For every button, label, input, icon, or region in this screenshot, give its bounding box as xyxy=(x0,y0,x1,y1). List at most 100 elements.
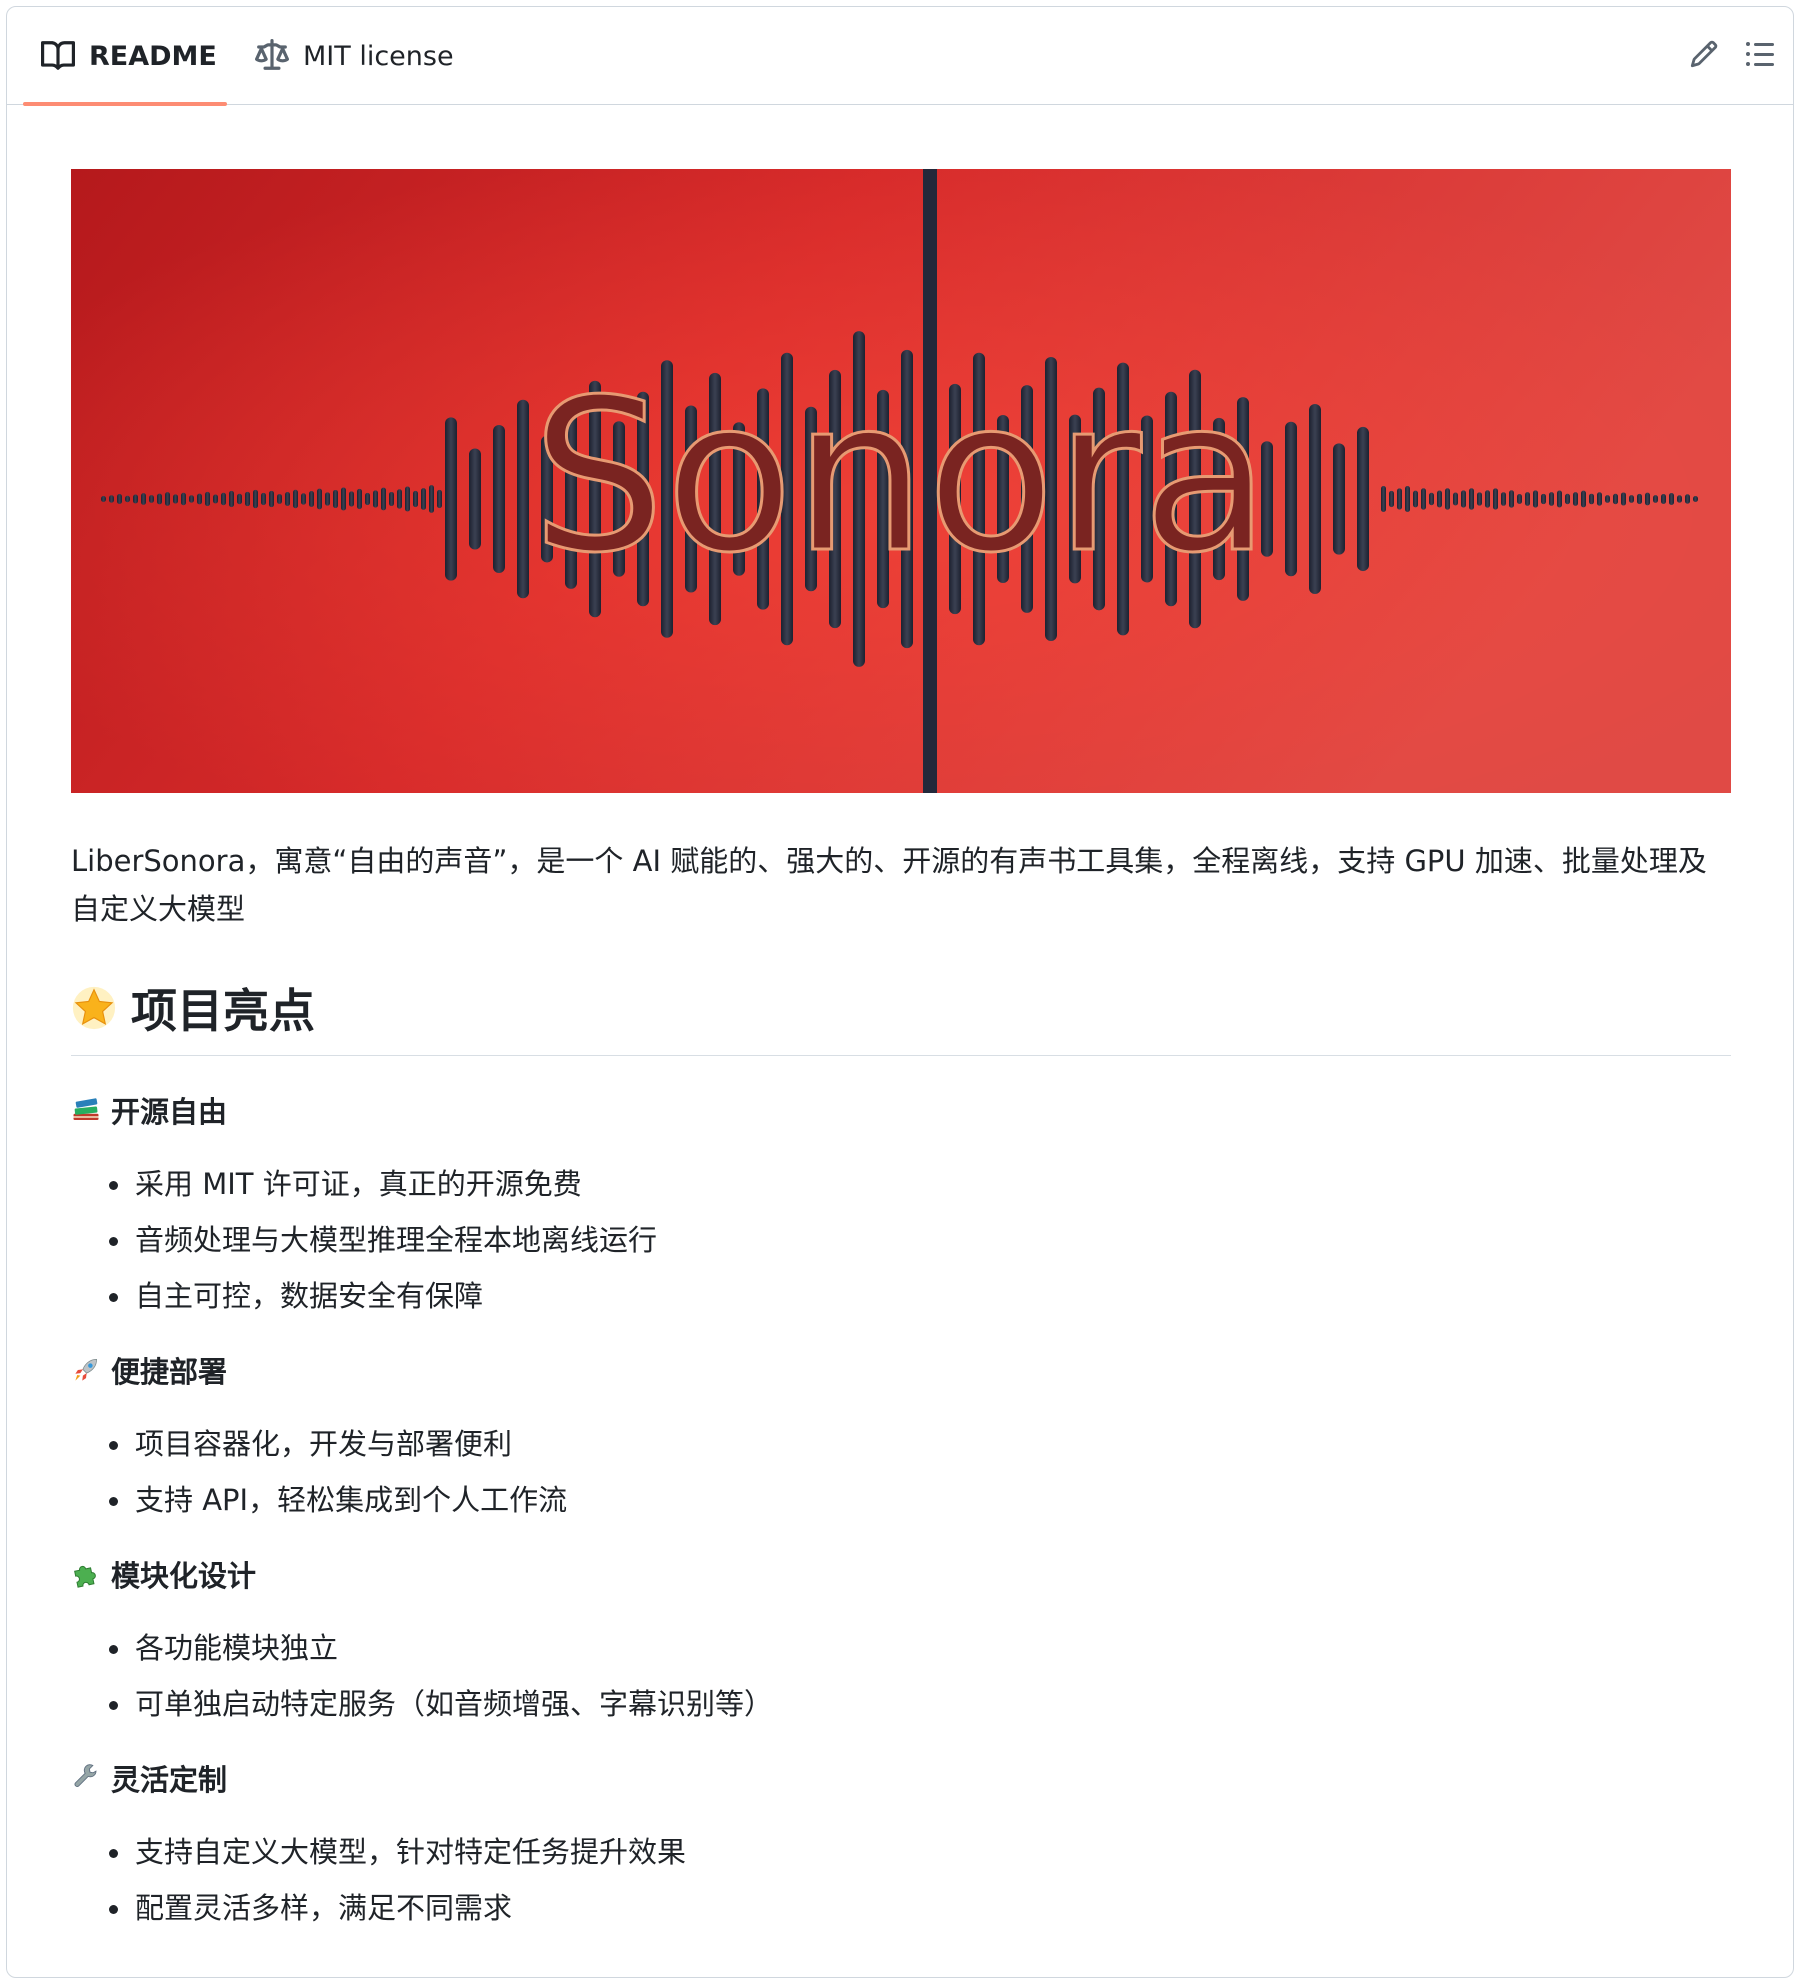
waveform-bar xyxy=(1429,492,1434,506)
waveform-bar xyxy=(109,495,114,503)
highlights-heading-text: 项目亮点 xyxy=(131,984,315,1038)
waveform-bar xyxy=(373,490,378,508)
waveform-bar xyxy=(1437,490,1442,508)
waveform-bar xyxy=(493,425,505,573)
waveform-bar xyxy=(285,491,290,507)
feature-title: 模块化设计 xyxy=(111,1559,257,1593)
glowing-star-icon xyxy=(71,985,117,1031)
waveform-bar xyxy=(157,493,162,505)
waveform-bar xyxy=(165,492,170,506)
waveform-bar xyxy=(117,493,122,505)
active-tab-indicator xyxy=(23,102,227,106)
list-unordered-icon xyxy=(1744,38,1776,74)
waveform-bar xyxy=(1557,490,1562,508)
waveform-bar xyxy=(221,492,226,506)
waveform-bar xyxy=(1421,488,1426,510)
waveform-bar xyxy=(1541,493,1546,505)
intro-paragraph: LiberSonora，寓意“自由的声音”，是一个 AI 赋能的、强大的、开源的… xyxy=(71,844,1707,926)
waveform-bar xyxy=(277,494,282,504)
tab-readme[interactable]: README xyxy=(23,7,235,105)
waveform-bar xyxy=(1485,490,1490,508)
waveform-bar xyxy=(1405,486,1410,512)
waveform-bar xyxy=(1677,495,1682,503)
waveform-bar xyxy=(421,488,426,510)
waveform-bar xyxy=(229,490,234,508)
feature-open-source: 开源自由 采用 MIT 许可证，真正的开源免费 音频处理与大模型推理全程本地离线… xyxy=(71,1090,1731,1316)
waveform-bar xyxy=(517,399,529,599)
waveform-bar xyxy=(1397,488,1402,510)
list-item: 音频处理与大模型推理全程本地离线运行 xyxy=(109,1220,1731,1260)
waveform-bar xyxy=(1565,493,1570,505)
waveform-bar xyxy=(245,491,250,507)
waveform-bar xyxy=(1645,492,1650,506)
waveform-bar xyxy=(1661,494,1666,504)
books-icon xyxy=(71,1095,101,1125)
rocket-icon xyxy=(71,1355,101,1385)
list-item: 各功能模块独立 xyxy=(109,1628,1731,1668)
readme-content: Sonora LiberSonora，寓意“自由的声音”，是一个 AI 赋能的、… xyxy=(71,169,1731,1944)
waveform-bar xyxy=(1333,443,1345,555)
puzzle-piece-icon xyxy=(71,1559,101,1589)
waveform-bar xyxy=(325,492,330,506)
waveform-bar xyxy=(181,492,186,506)
waveform-bar xyxy=(349,491,354,507)
waveform-bar xyxy=(173,494,178,504)
waveform-bar xyxy=(189,495,194,503)
waveform-bar xyxy=(1493,488,1498,510)
feature-easy-deploy: 便捷部署 项目容器化，开发与部署便利 支持 API，轻松集成到个人工作流 xyxy=(71,1350,1731,1520)
list-item: 项目容器化，开发与部署便利 xyxy=(109,1424,1731,1464)
waveform-bar xyxy=(397,489,402,509)
waveform-bar xyxy=(213,494,218,504)
edit-file-button[interactable] xyxy=(1683,35,1725,77)
waveform-bar xyxy=(445,417,457,581)
readme-panel: README MIT license Sonora LiberSonora，寓意… xyxy=(6,6,1794,1978)
waveform-bar xyxy=(381,487,386,511)
waveform-bar xyxy=(1309,404,1321,594)
waveform-bar xyxy=(1637,493,1642,505)
tab-license-label: MIT license xyxy=(303,40,454,72)
waveform-bar xyxy=(237,493,242,505)
waveform-bar xyxy=(317,488,322,510)
waveform-bar xyxy=(469,448,481,550)
list-item: 配置灵活多样，满足不同需求 xyxy=(109,1888,1731,1928)
highlights-heading: 项目亮点 xyxy=(71,977,1731,1056)
waveform-bar xyxy=(197,493,202,505)
waveform-bar xyxy=(1453,492,1458,506)
waveform-bar xyxy=(309,490,314,508)
waveform-bar xyxy=(1477,492,1482,506)
waveform-bar xyxy=(1469,488,1474,510)
waveform-bar xyxy=(1389,490,1394,508)
pencil-icon xyxy=(1689,39,1719,73)
waveform-bar xyxy=(357,488,362,510)
list-item: 可单独启动特定服务（如音频增强、字幕识别等） xyxy=(109,1684,1731,1724)
waveform-bar xyxy=(1525,492,1530,506)
waveform-bar xyxy=(1445,488,1450,510)
waveform-bar xyxy=(405,486,410,512)
waveform-bar xyxy=(141,493,146,505)
waveform-bar xyxy=(365,492,370,506)
waveform-bar xyxy=(293,489,298,509)
tab-license[interactable]: MIT license xyxy=(243,7,466,105)
sonora-banner-image: Sonora xyxy=(71,169,1731,793)
list-item: 支持 API，轻松集成到个人工作流 xyxy=(109,1480,1731,1520)
waveform-bar xyxy=(133,494,138,504)
waveform-bar xyxy=(1381,486,1386,512)
waveform-bar xyxy=(1509,490,1514,508)
waveform-bar xyxy=(1357,426,1369,572)
list-item: 自主可控，数据安全有保障 xyxy=(109,1276,1731,1316)
waveform-bar xyxy=(1629,495,1634,503)
waveform-bar xyxy=(1533,490,1538,508)
waveform-bar xyxy=(205,491,210,507)
waveform-bar xyxy=(1613,493,1618,505)
waveform-bar xyxy=(333,489,338,509)
waveform-bar xyxy=(101,496,106,502)
waveform-bar xyxy=(269,490,274,508)
waveform-bar xyxy=(1461,490,1466,508)
waveform-bar xyxy=(1549,492,1554,506)
feature-modular-design: 模块化设计 各功能模块独立 可单独启动特定服务（如音频增强、字幕识别等） xyxy=(71,1554,1731,1724)
tab-readme-label: README xyxy=(89,40,217,72)
outline-button[interactable] xyxy=(1739,35,1781,77)
waveform-bar xyxy=(261,492,266,506)
waveform-bar xyxy=(1285,421,1297,577)
waveform-bar xyxy=(1413,490,1418,508)
